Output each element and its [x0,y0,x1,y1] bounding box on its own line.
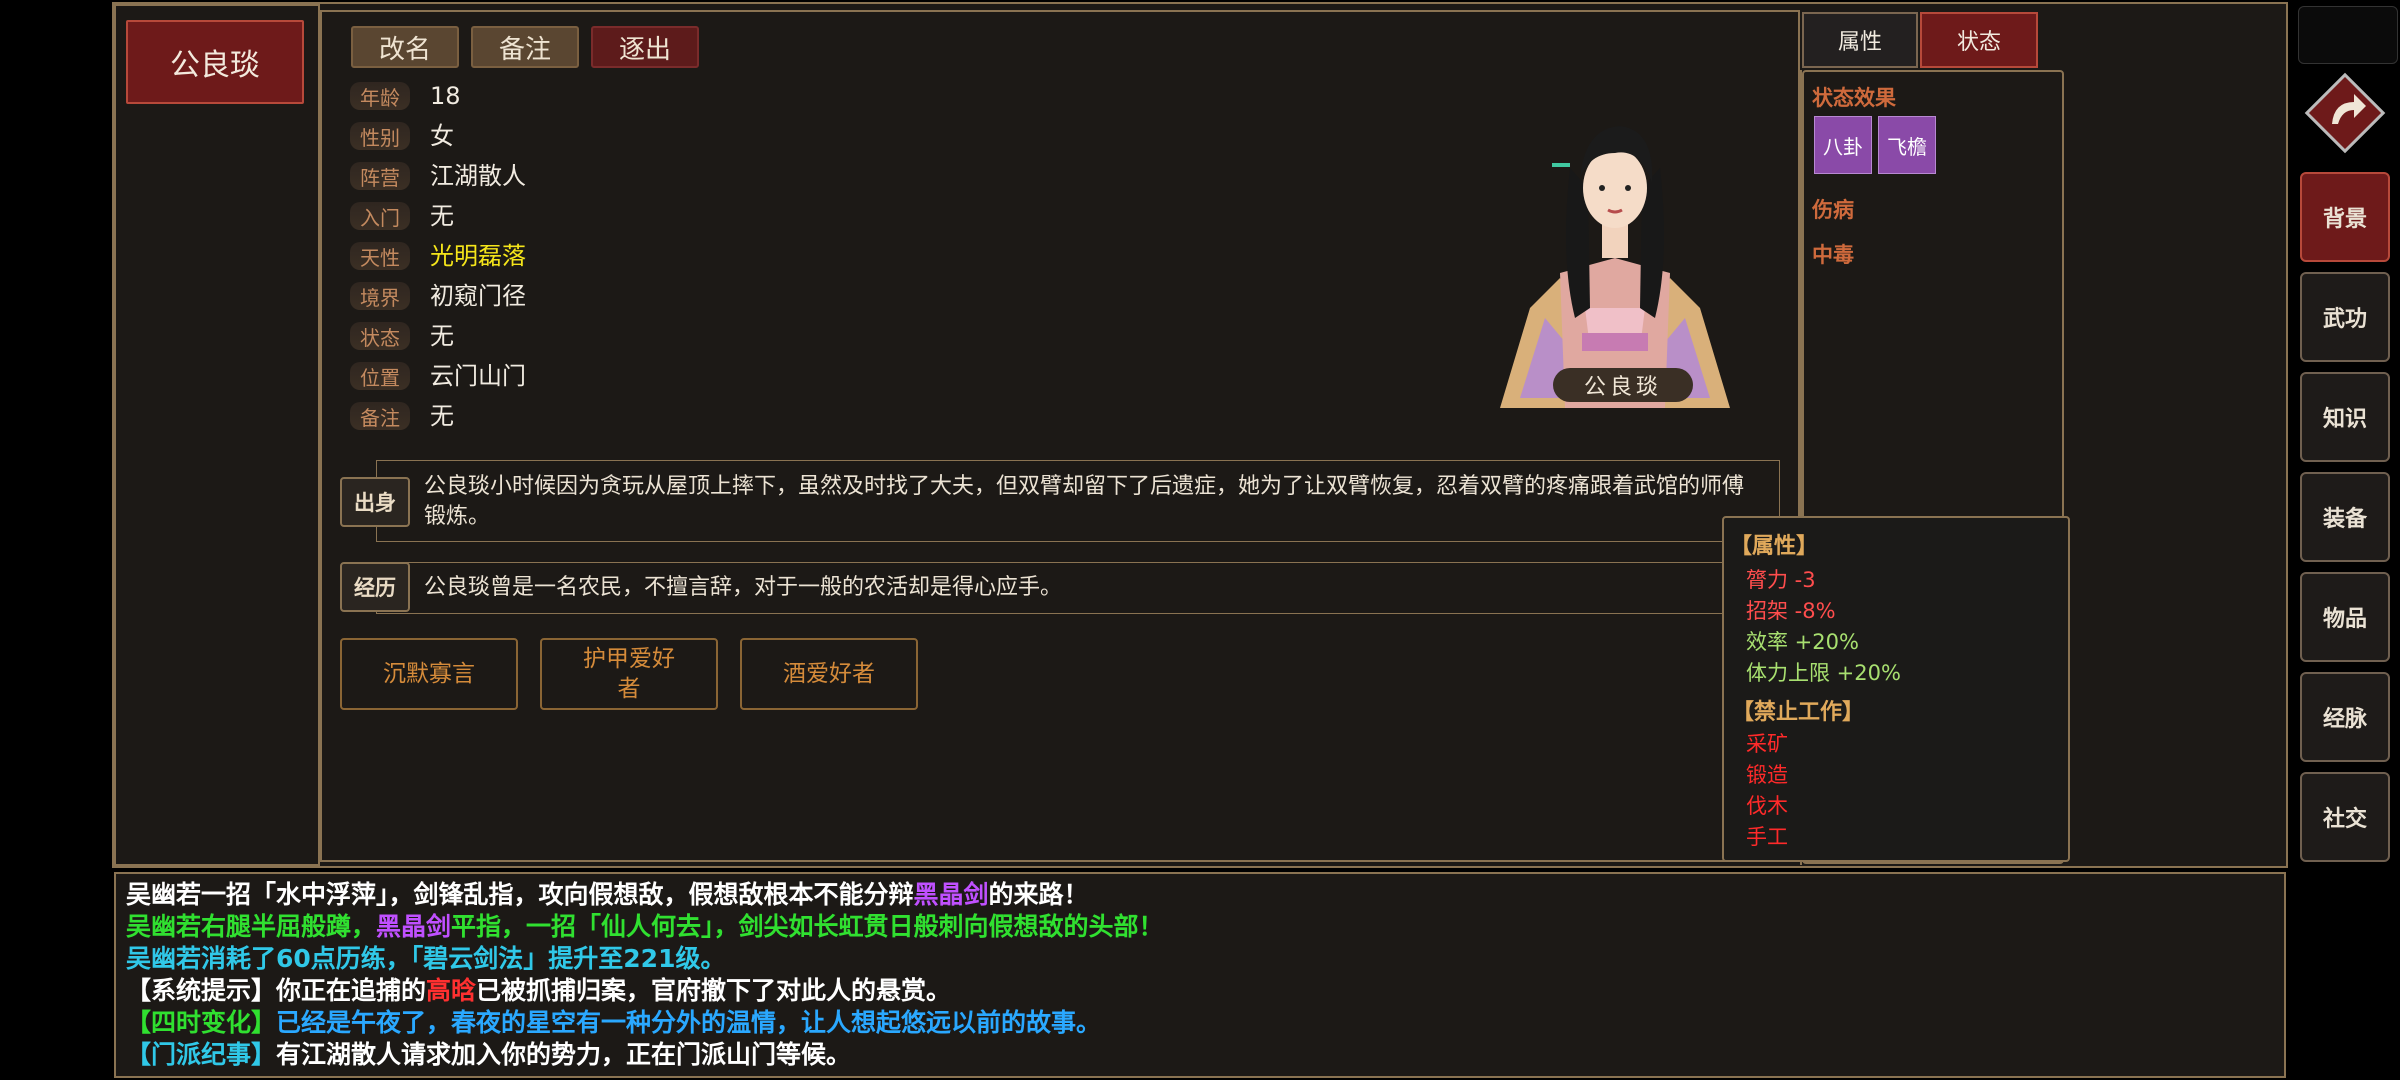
expel-button[interactable]: 逐出 [591,26,699,68]
field-label: 位置 [350,362,410,390]
log-segment: 【门派纪事】 [126,1040,277,1069]
back-arrow-icon[interactable] [2304,72,2386,154]
log-line: 吴幽若右腿半屈般蹲，黑晶剑平指，一招「仙人何去」，剑尖如长虹贯日般刺向假想敌的头… [126,912,1164,942]
side-menu-equipment[interactable]: 装备 [2300,472,2390,562]
tooltip-ban-title: 【禁止工作】 [1732,700,1865,725]
log-segment: 高晗 [426,976,477,1005]
log-line: 吴幽若消耗了60点历练，「碧云剑法」提升至221级。 [126,944,725,974]
tooltip-ban-line: 伐木 [1746,794,1788,818]
log-segment: 已被抓捕归案，官府撤下了对此人的悬赏。 [476,976,952,1005]
log-segment: 已经是午夜了，春夜的星空有一种分外的温情，让人想起悠远以前的故事。 [276,1008,1102,1037]
log-segment: 黑晶剑 [376,912,452,941]
field-value: 18 [430,82,461,110]
experience-tag: 经历 [340,562,410,612]
character-portrait [1490,108,1740,408]
log-segment: 有江湖散人请求加入你的势力，正在门派山门等候。 [276,1040,852,1069]
log-line: 【系统提示】你正在追捕的高晗已被抓捕归案，官府撤下了对此人的悬赏。 [126,976,951,1006]
field-value: 云门山门 [430,362,526,390]
tooltip-attr-title: 【属性】 [1730,534,1819,559]
character-list-panel [114,4,320,866]
side-menu-knowledge[interactable]: 知识 [2300,372,2390,462]
field-label: 境界 [350,282,410,310]
log-segment: 吴幽若右腿半屈般蹲， [126,912,377,941]
side-menu-martial[interactable]: 武功 [2300,272,2390,362]
effect-bagua[interactable]: 八卦 [1814,116,1872,174]
poison-label: 中毒 [1812,243,1854,267]
background-tag: 出身 [340,477,410,527]
field-label: 天性 [350,242,410,270]
field-label: 性别 [350,122,410,150]
tooltip-ban-line: 采矿 [1746,732,1788,756]
log-segment: 黑晶剑 [913,880,989,909]
side-menu-items[interactable]: 物品 [2300,572,2390,662]
tooltip-attr-line: 体力上限 +20% [1746,661,1901,685]
experience-text: 公良琰曾是一名农民，不擅言辞，对于一般的农活却是得心应手。 [424,575,1063,600]
log-segment: 吴幽若消耗了60点历练，「碧云剑法」提升至221级。 [126,944,726,973]
trait-button[interactable]: 沉默寡言 [340,638,518,710]
field-label: 入门 [350,202,410,230]
side-menu-background[interactable]: 背景 [2300,172,2390,262]
portrait-nameplate: 公良琰 [1553,368,1693,402]
field-label: 年龄 [350,82,410,110]
effect-feiyan[interactable]: 飞檐 [1878,116,1936,174]
note-button[interactable]: 备注 [471,26,579,68]
log-segment: 【四时变化】 [126,1008,277,1037]
tooltip-attr-line: 膂力 -3 [1746,568,1816,592]
field-label: 状态 [350,322,410,350]
side-menu-social[interactable]: 社交 [2300,772,2390,862]
field-value: 光明磊落 [430,242,526,270]
log-segment: 平指，一招「仙人何去」，剑尖如长虹贯日般刺向假想敌的头部！ [451,912,1164,941]
field-value: 无 [430,202,454,230]
field-value: 江湖散人 [430,162,526,190]
side-menu-meridians[interactable]: 经脉 [2300,672,2390,762]
log-line: 【门派纪事】有江湖散人请求加入你的势力，正在门派山门等候。 [126,1040,851,1070]
log-segment: 吴幽若一招「水中浮萍」，剑锋乱指，攻向假想敌，假想敌根本不能分辩 [126,880,914,909]
tab-status[interactable]: 状态 [1920,12,2038,68]
log-line: 【四时变化】已经是午夜了，春夜的星空有一种分外的温情，让人想起悠远以前的故事。 [126,1008,1101,1038]
tooltip-attr-line: 招架 -8% [1746,599,1836,623]
field-value: 无 [430,322,454,350]
field-value: 初窥门径 [430,282,526,310]
tooltip-ban-line: 手工 [1746,825,1788,849]
log-line: 吴幽若一招「水中浮萍」，剑锋乱指，攻向假想敌，假想敌根本不能分辩黑晶剑的来路！ [126,880,1089,910]
log-segment: 的来路！ [988,880,1089,909]
field-label: 阵营 [350,162,410,190]
top-right-slot [2298,6,2398,64]
tooltip-ban-line: 锻造 [1746,763,1788,787]
tooltip-attr-line: 效率 +20% [1746,630,1859,654]
injury-label: 伤病 [1812,198,1854,222]
tab-attributes[interactable]: 属性 [1802,12,1918,68]
trait-button[interactable]: 酒爱好者 [740,638,918,710]
background-text: 公良琰小时候因为贪玩从屋顶上摔下，虽然及时找了大夫，但双臂却留下了后遗症，她为了… [424,474,1745,529]
field-value: 女 [430,122,454,150]
field-value: 无 [430,402,454,430]
trait-button[interactable]: 护甲爱好者 [540,638,718,710]
status-effects-title: 状态效果 [1812,86,1896,110]
character-select-button[interactable]: 公良琰 [126,20,304,104]
rename-button[interactable]: 改名 [351,26,459,68]
field-label: 备注 [350,402,410,430]
log-segment: 【系统提示】你正在追捕的 [126,976,427,1005]
